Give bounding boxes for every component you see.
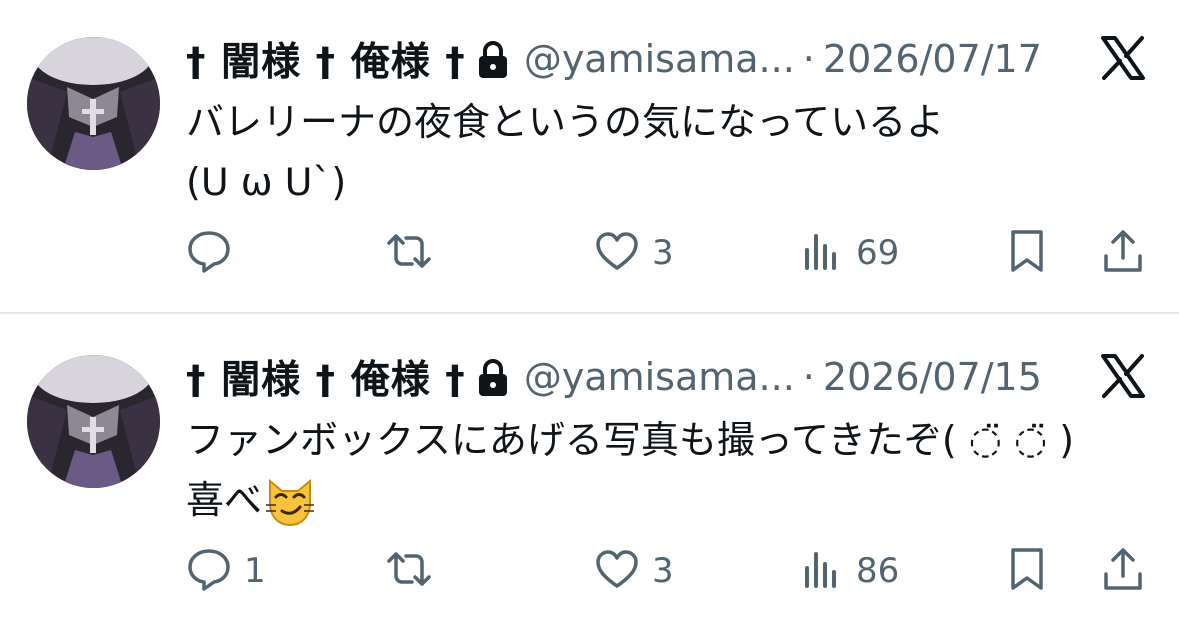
timestamp[interactable]: 2026/07/15 bbox=[823, 355, 1042, 399]
bookmark-icon bbox=[1004, 228, 1050, 278]
tweet-text: ファンボックスにあげる写真も撮ってきたぞ( ◌̈ ◌̈ ) 喜べ bbox=[186, 410, 1146, 530]
display-name[interactable]: † 闇様 † 俺様 † bbox=[186, 349, 466, 405]
retweet-icon bbox=[386, 546, 432, 596]
like-button[interactable]: 3 bbox=[594, 228, 674, 278]
views-button[interactable]: 69 bbox=[798, 228, 899, 278]
bookmark-button[interactable] bbox=[1004, 228, 1050, 278]
lock-icon bbox=[476, 39, 510, 79]
share-button[interactable] bbox=[1100, 228, 1146, 278]
retweet-button[interactable] bbox=[386, 546, 444, 596]
display-name[interactable]: † 闇様 † 俺様 † bbox=[186, 31, 466, 87]
heart-icon bbox=[594, 546, 640, 596]
reply-count: 1 bbox=[244, 551, 266, 591]
tweet-header: † 闇様 † 俺様 † @yamisama... · 2026/07/15 bbox=[186, 348, 1069, 406]
tweet-text: バレリーナの夜食というの気になっているよ (ᑌ ω ᑌ`) bbox=[186, 92, 1146, 212]
reply-icon bbox=[186, 228, 232, 278]
tweet-text-line: ファンボックスにあげる写真も撮ってきたぞ( ◌̈ ◌̈ ) bbox=[186, 418, 1075, 462]
timestamp[interactable]: 2026/07/17 bbox=[823, 37, 1042, 81]
tweet-header: † 闇様 † 俺様 † @yamisama... · 2026/07/17 bbox=[186, 30, 1069, 88]
views-chart-icon bbox=[798, 228, 844, 278]
separator: · bbox=[802, 37, 815, 81]
retweet-icon bbox=[386, 228, 432, 278]
action-bar: 3 69 bbox=[186, 228, 1150, 278]
avatar[interactable] bbox=[27, 37, 160, 170]
avatar[interactable] bbox=[27, 355, 160, 488]
reply-icon bbox=[186, 546, 232, 596]
like-count: 3 bbox=[652, 551, 674, 591]
retweet-button[interactable] bbox=[386, 228, 444, 278]
reply-button[interactable] bbox=[186, 228, 244, 278]
heart-icon bbox=[594, 228, 640, 278]
bookmark-button[interactable] bbox=[1004, 546, 1050, 596]
tweet-text-fragment: 喜べ bbox=[186, 478, 263, 522]
handle[interactable]: @yamisama... bbox=[524, 355, 795, 399]
action-bar: 1 3 86 bbox=[186, 546, 1150, 596]
views-chart-icon bbox=[798, 546, 844, 596]
tweet-text-line: バレリーナの夜食というの気になっているよ bbox=[186, 100, 945, 144]
tweet[interactable]: † 闇様 † 俺様 † @yamisama... · 2026/07/15 ファ… bbox=[0, 318, 1179, 630]
reply-button[interactable]: 1 bbox=[186, 546, 266, 596]
views-button[interactable]: 86 bbox=[798, 546, 899, 596]
bookmark-icon bbox=[1004, 546, 1050, 596]
like-button[interactable]: 3 bbox=[594, 546, 674, 596]
handle[interactable]: @yamisama... bbox=[524, 37, 795, 81]
separator: · bbox=[802, 355, 815, 399]
view-count: 69 bbox=[856, 233, 900, 273]
like-count: 3 bbox=[652, 233, 674, 273]
view-count: 86 bbox=[856, 551, 900, 591]
smirking-cat-emoji bbox=[264, 477, 316, 529]
tweet-text-line: (ᑌ ω ᑌ`) bbox=[186, 160, 347, 204]
lock-icon bbox=[476, 357, 510, 397]
tweet[interactable]: † 闇様 † 俺様 † @yamisama... · 2026/07/17 バレ… bbox=[0, 0, 1179, 312]
share-icon bbox=[1100, 546, 1146, 596]
share-icon bbox=[1100, 228, 1146, 278]
x-logo-icon bbox=[1099, 34, 1147, 82]
tweet-text-line-2: 喜べ bbox=[186, 470, 1146, 530]
share-button[interactable] bbox=[1100, 546, 1146, 596]
x-logo-icon bbox=[1099, 352, 1147, 400]
